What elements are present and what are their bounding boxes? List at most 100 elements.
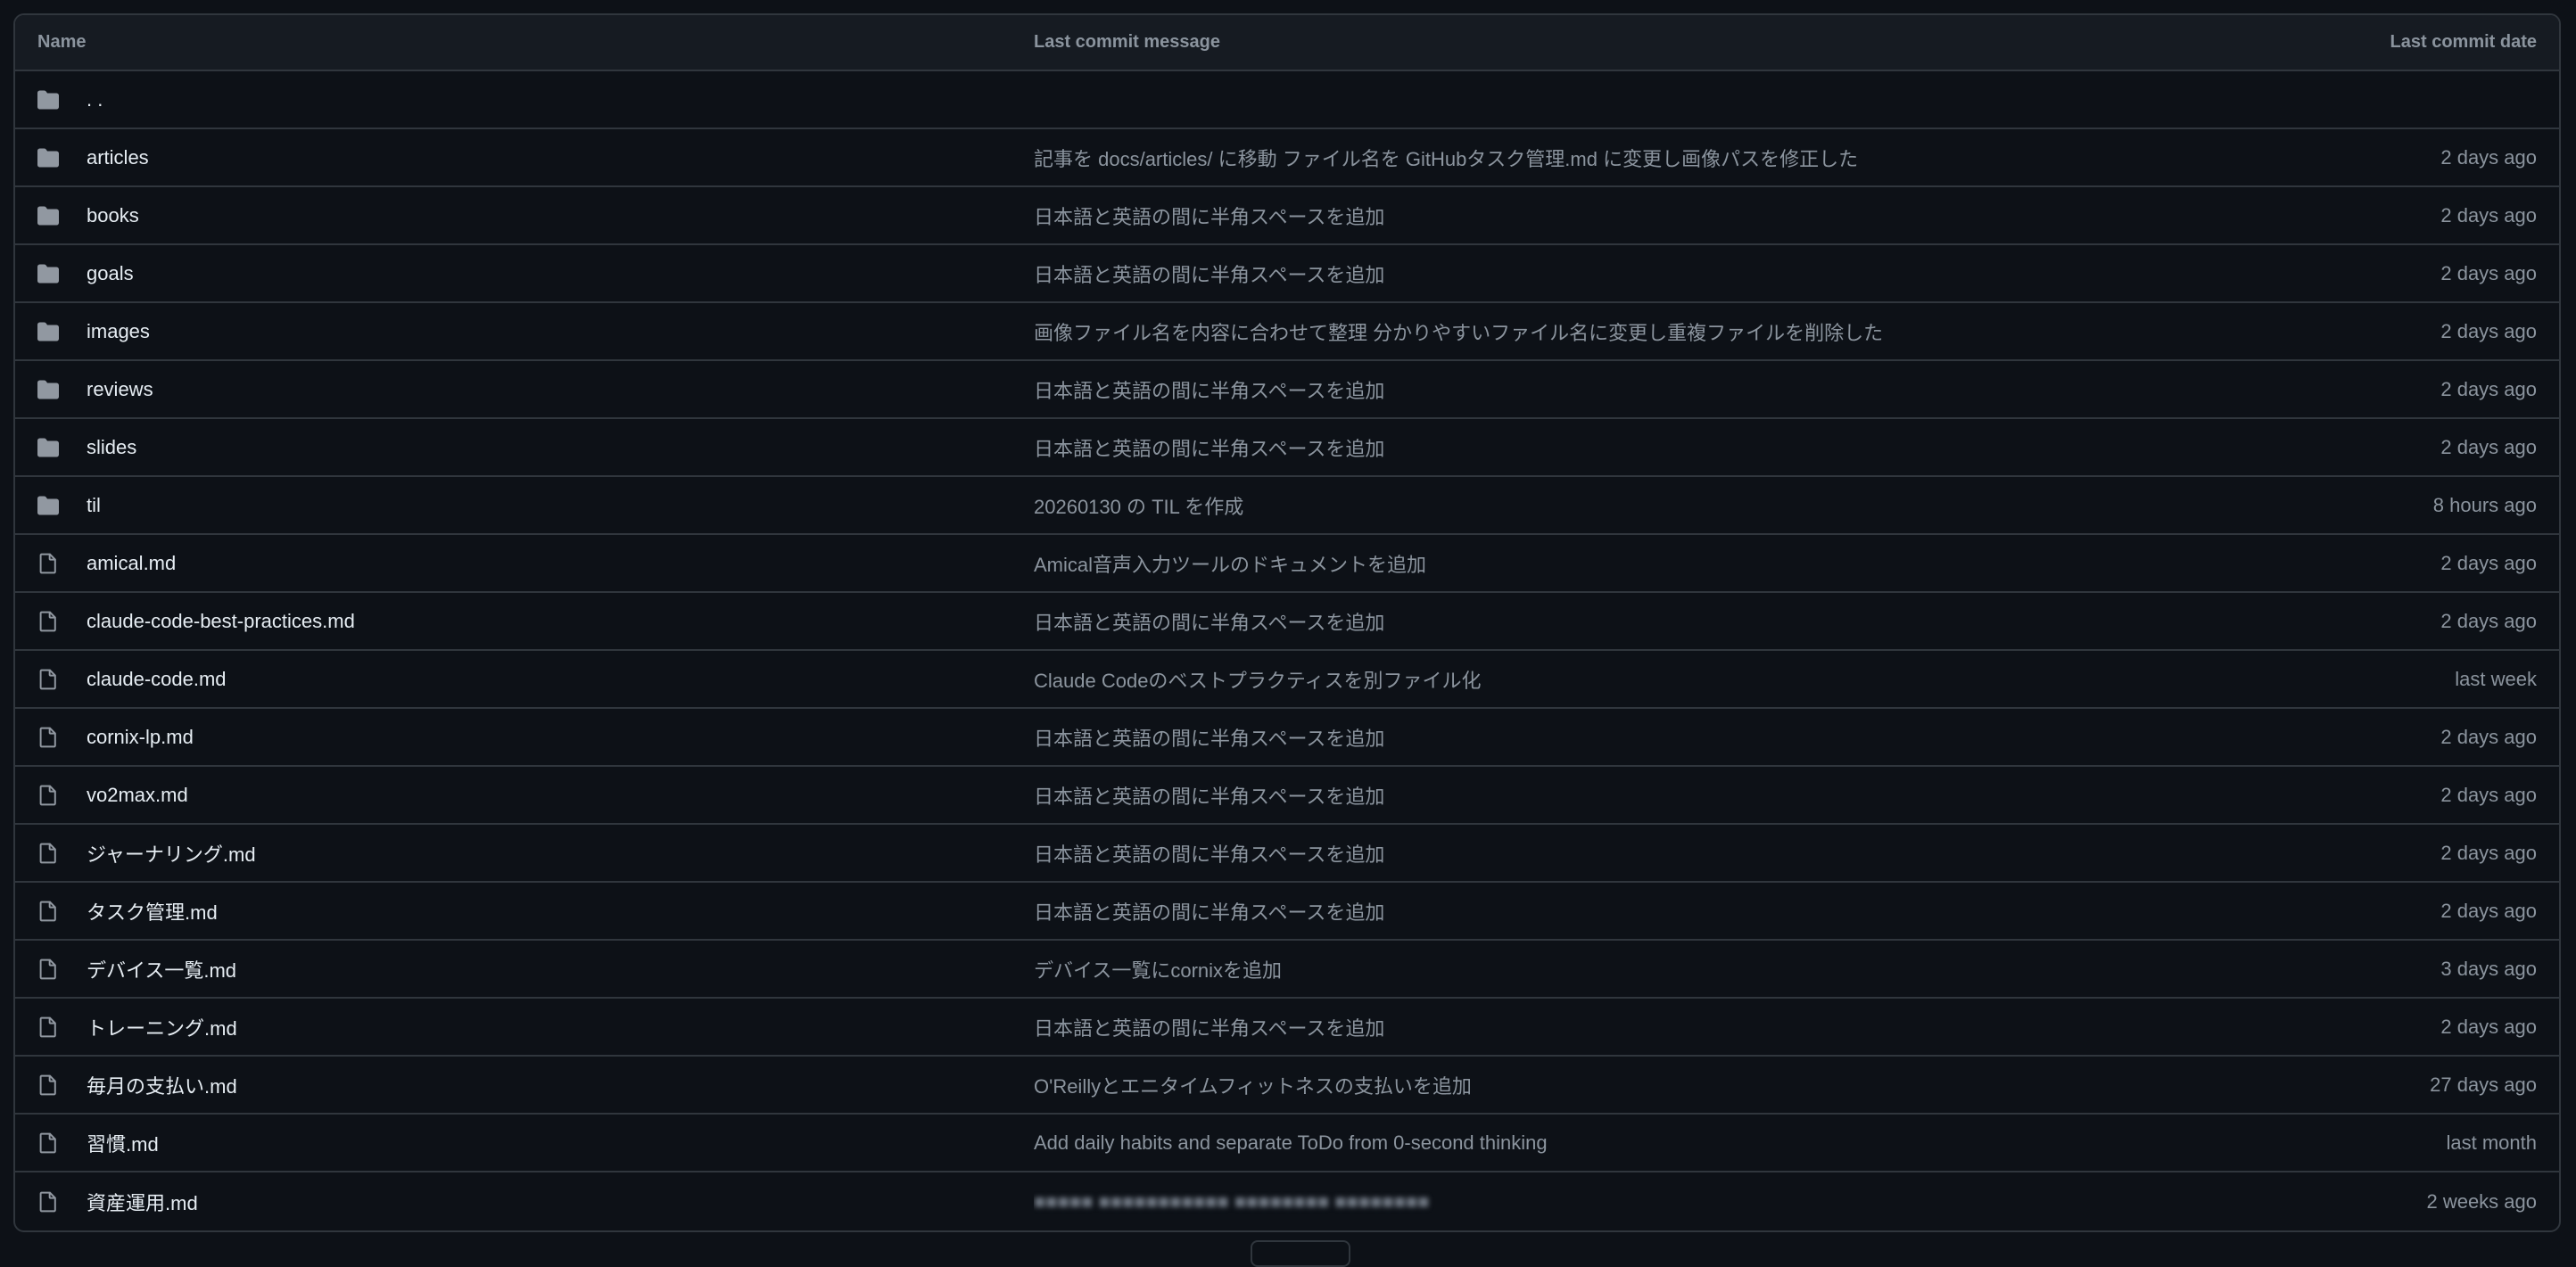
commit-date: 2 days ago	[2440, 319, 2537, 342]
file-link[interactable]: 習慣.md	[87, 1129, 159, 1157]
commit-date: 2 days ago	[2440, 377, 2537, 400]
commit-date: 2 weeks ago	[2426, 1189, 2537, 1213]
commit-date: 2 days ago	[2440, 145, 2537, 169]
file-icon	[37, 1131, 60, 1155]
header-commit-date: Last commit date	[2390, 32, 2537, 52]
file-link[interactable]: vo2max.md	[87, 784, 188, 807]
commit-message-link[interactable]: Add daily habits and separate ToDo from …	[1034, 1131, 1548, 1154]
file-icon	[37, 842, 60, 865]
table-row[interactable]: 資産運用.md ■■■■■ ■■■■■■■■■■■ ■■■■■■■■ ■■■■■■…	[15, 1172, 2559, 1230]
commit-message-redacted: ■■■■■ ■■■■■■■■■■■ ■■■■■■■■ ■■■■■■■■	[1034, 1189, 1430, 1213]
file-icon	[37, 1074, 60, 1097]
commit-date: 2 days ago	[2440, 203, 2537, 226]
table-row[interactable]: til 20260130 の TIL を作成 8 hours ago	[15, 477, 2559, 535]
commit-message-link[interactable]: Claude Codeのベストプラクティスを別ファイル化	[1034, 670, 1482, 692]
commit-message-link[interactable]: 日本語と英語の間に半角スペースを追加	[1034, 786, 1384, 808]
bottom-button[interactable]	[1251, 1240, 1350, 1267]
parent-directory-row[interactable]: . .	[15, 71, 2559, 129]
file-link[interactable]: cornix-lp.md	[87, 726, 194, 749]
folder-icon	[37, 378, 60, 401]
folder-link[interactable]: slides	[87, 436, 136, 459]
table-header: Name Last commit message Last commit dat…	[15, 15, 2559, 71]
folder-link[interactable]: goals	[87, 262, 134, 285]
file-list: articles 記事を docs/articles/ に移動 ファイル名を Gi…	[15, 129, 2559, 1230]
file-link[interactable]: claude-code.md	[87, 668, 227, 691]
file-table: Name Last commit message Last commit dat…	[13, 13, 2561, 1232]
table-row[interactable]: 毎月の支払い.md O'Reillyとエニタイムフィットネスの支払いを追加 27 d…	[15, 1057, 2559, 1115]
commit-message-link[interactable]: O'Reillyとエニタイムフィットネスの支払いを追加	[1034, 1075, 1472, 1098]
table-row[interactable]: reviews 日本語と英語の間に半角スペースを追加 2 days ago	[15, 361, 2559, 419]
file-link[interactable]: ジャーナリング.md	[87, 839, 256, 868]
file-link[interactable]: トレーニング.md	[87, 1013, 237, 1041]
table-row[interactable]: claude-code.md Claude Codeのベストプラクティスを別ファイ…	[15, 651, 2559, 709]
commit-date: 8 hours ago	[2432, 493, 2537, 516]
file-icon	[37, 900, 60, 923]
table-row[interactable]: デバイス一覧.md デバイス一覧にcornixを追加 3 days ago	[15, 941, 2559, 999]
folder-link[interactable]: books	[87, 204, 139, 227]
commit-message-link[interactable]: 日本語と英語の間に半角スペースを追加	[1034, 612, 1384, 634]
file-icon	[37, 1016, 60, 1039]
commit-message-link[interactable]: Amical音声入力ツールのドキュメントを追加	[1034, 554, 1426, 576]
file-link[interactable]: タスク管理.md	[87, 897, 218, 926]
file-icon	[37, 958, 60, 981]
folder-link[interactable]: images	[87, 320, 150, 343]
table-row[interactable]: amical.md Amical音声入力ツールのドキュメントを追加 2 days a…	[15, 535, 2559, 593]
table-row[interactable]: claude-code-best-practices.md 日本語と英語の間に半角…	[15, 593, 2559, 651]
commit-message-link[interactable]: 日本語と英語の間に半角スペースを追加	[1034, 438, 1384, 460]
folder-icon	[37, 262, 60, 285]
commit-date: last month	[2446, 1131, 2538, 1154]
commit-date: 2 days ago	[2440, 609, 2537, 632]
file-icon	[37, 726, 60, 749]
commit-message-link[interactable]: 日本語と英語の間に半角スペースを追加	[1034, 206, 1384, 228]
commit-message-link[interactable]: 日本語と英語の間に半角スペースを追加	[1034, 728, 1384, 750]
table-row[interactable]: articles 記事を docs/articles/ に移動 ファイル名を Gi…	[15, 129, 2559, 187]
table-row[interactable]: books 日本語と英語の間に半角スペースを追加 2 days ago	[15, 187, 2559, 245]
commit-message-link[interactable]: 記事を docs/articles/ に移動 ファイル名を GitHubタスク管…	[1034, 148, 1858, 170]
parent-directory-link[interactable]: . .	[87, 88, 103, 111]
commit-message-link[interactable]: 画像ファイル名を内容に合わせて整理 分かりやすいファイル名に変更し重複ファイルを…	[1034, 322, 1883, 344]
folder-icon	[37, 436, 60, 459]
commit-date: 2 days ago	[2440, 1015, 2537, 1038]
commit-date: last week	[2455, 667, 2537, 690]
commit-date: 2 days ago	[2440, 899, 2537, 922]
header-name: Name	[37, 32, 87, 52]
folder-link[interactable]: til	[87, 494, 101, 517]
commit-message-link[interactable]: 日本語と英語の間に半角スペースを追加	[1034, 843, 1384, 866]
file-link[interactable]: 資産運用.md	[87, 1188, 198, 1216]
file-link[interactable]: デバイス一覧.md	[87, 955, 236, 983]
commit-date: 2 days ago	[2440, 261, 2537, 284]
table-row[interactable]: images 画像ファイル名を内容に合わせて整理 分かりやすいファイル名に変更し重…	[15, 303, 2559, 361]
table-row[interactable]: cornix-lp.md 日本語と英語の間に半角スペースを追加 2 days ago	[15, 709, 2559, 767]
table-row[interactable]: vo2max.md 日本語と英語の間に半角スペースを追加 2 days ago	[15, 767, 2559, 825]
file-link[interactable]: amical.md	[87, 552, 176, 575]
file-icon	[37, 784, 60, 807]
table-row[interactable]: slides 日本語と英語の間に半角スペースを追加 2 days ago	[15, 419, 2559, 477]
commit-date: 2 days ago	[2440, 551, 2537, 574]
commit-message-link[interactable]: デバイス一覧にcornixを追加	[1034, 959, 1282, 982]
folder-icon	[37, 146, 60, 169]
commit-date: 3 days ago	[2440, 957, 2537, 980]
table-row[interactable]: 習慣.md Add daily habits and separate ToDo …	[15, 1115, 2559, 1172]
commit-message-link[interactable]: 日本語と英語の間に半角スペースを追加	[1034, 1017, 1384, 1040]
file-icon	[37, 668, 60, 691]
table-row[interactable]: タスク管理.md 日本語と英語の間に半角スペースを追加 2 days ago	[15, 883, 2559, 941]
commit-date: 2 days ago	[2440, 725, 2537, 748]
folder-icon	[37, 204, 60, 227]
file-link[interactable]: 毎月の支払い.md	[87, 1071, 237, 1099]
file-icon	[37, 610, 60, 633]
file-icon	[37, 1190, 60, 1214]
commit-date: 2 days ago	[2440, 783, 2537, 806]
table-row[interactable]: ジャーナリング.md 日本語と英語の間に半角スペースを追加 2 days ago	[15, 825, 2559, 883]
folder-link[interactable]: reviews	[87, 378, 153, 401]
table-row[interactable]: goals 日本語と英語の間に半角スペースを追加 2 days ago	[15, 245, 2559, 303]
commit-message-link[interactable]: 日本語と英語の間に半角スペースを追加	[1034, 901, 1384, 924]
commit-date: 2 days ago	[2440, 841, 2537, 864]
folder-icon	[37, 88, 60, 111]
folder-link[interactable]: articles	[87, 146, 149, 169]
commit-date: 27 days ago	[2430, 1073, 2537, 1096]
commit-message-link[interactable]: 日本語と英語の間に半角スペースを追加	[1034, 380, 1384, 402]
table-row[interactable]: トレーニング.md 日本語と英語の間に半角スペースを追加 2 days ago	[15, 999, 2559, 1057]
commit-message-link[interactable]: 20260130 の TIL を作成	[1034, 496, 1243, 518]
file-link[interactable]: claude-code-best-practices.md	[87, 610, 355, 633]
commit-message-link[interactable]: 日本語と英語の間に半角スペースを追加	[1034, 264, 1384, 286]
